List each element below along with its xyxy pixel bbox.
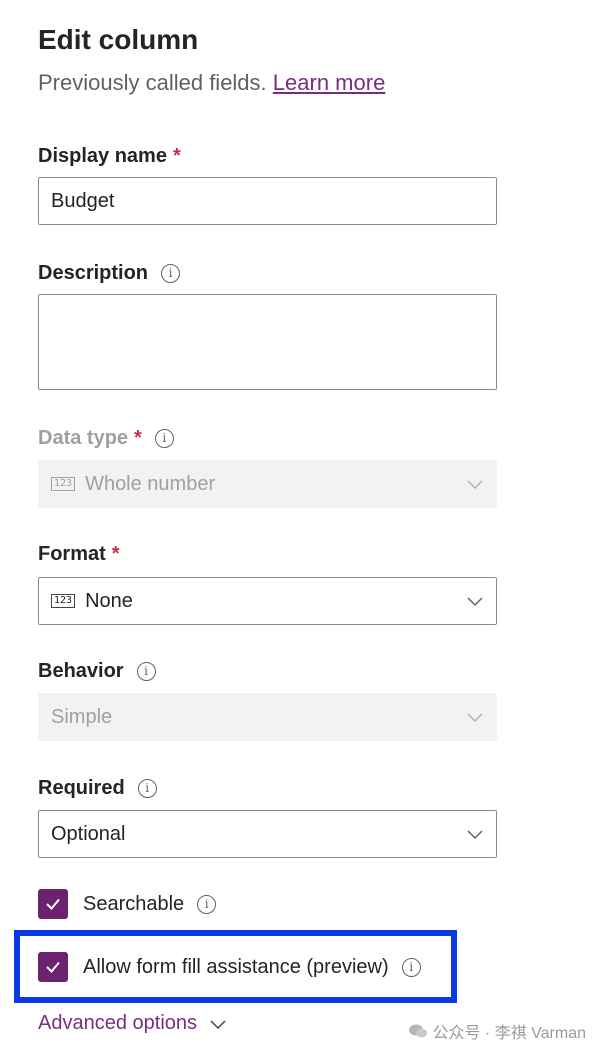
wechat-icon	[409, 1024, 428, 1038]
checkmark-icon	[46, 961, 60, 973]
watermark: 公众号 · 李祺 Varman	[408, 1019, 586, 1043]
required-asterisk: *	[134, 427, 142, 449]
info-icon[interactable]: i	[197, 894, 217, 914]
chevron-down-icon	[467, 597, 483, 607]
info-icon[interactable]: i	[401, 957, 421, 977]
format-label: Format *	[38, 543, 120, 565]
data-type-label: Data type * i	[38, 427, 174, 450]
advanced-options-toggle[interactable]: Advanced options	[38, 1012, 227, 1035]
required-asterisk: *	[111, 543, 120, 565]
form-fill-row: Allow form fill assistance (preview) i	[38, 952, 421, 982]
number-type-icon: 123	[51, 594, 76, 608]
data-type-select: 123 Whole number	[38, 460, 497, 508]
form-fill-label: Allow form fill assistance (preview)	[83, 955, 389, 978]
searchable-label: Searchable	[83, 892, 185, 915]
searchable-row: Searchable i	[38, 889, 217, 919]
number-type-icon: 123	[51, 477, 76, 491]
description-textarea[interactable]	[38, 294, 497, 390]
required-select[interactable]: Optional	[38, 810, 497, 858]
info-icon[interactable]: i	[136, 662, 156, 681]
behavior-select: Simple	[38, 693, 497, 741]
info-icon[interactable]: i	[161, 264, 181, 283]
page-title: Edit column	[38, 24, 199, 55]
chevron-down-icon	[467, 480, 483, 490]
chevron-down-icon	[467, 713, 483, 723]
page-subtitle: Previously called fields. Learn more	[38, 70, 385, 96]
learn-more-link[interactable]: Learn more	[273, 70, 386, 95]
description-label: Description i	[38, 262, 181, 285]
display-name-input[interactable]: Budget	[38, 177, 497, 225]
format-select[interactable]: 123 None	[38, 577, 497, 625]
info-icon[interactable]: i	[154, 429, 174, 448]
required-asterisk: *	[172, 145, 181, 167]
behavior-label: Behavior i	[38, 660, 156, 683]
subtitle-text: Previously called fields.	[38, 70, 267, 95]
checkmark-icon	[46, 898, 60, 910]
info-icon[interactable]: i	[137, 779, 157, 798]
searchable-checkbox[interactable]	[38, 889, 68, 919]
required-label: Required i	[38, 777, 157, 800]
chevron-down-icon	[467, 830, 483, 840]
display-name-label: Display name *	[38, 145, 181, 167]
chevron-down-icon	[210, 1019, 226, 1029]
form-fill-checkbox[interactable]	[38, 952, 68, 982]
